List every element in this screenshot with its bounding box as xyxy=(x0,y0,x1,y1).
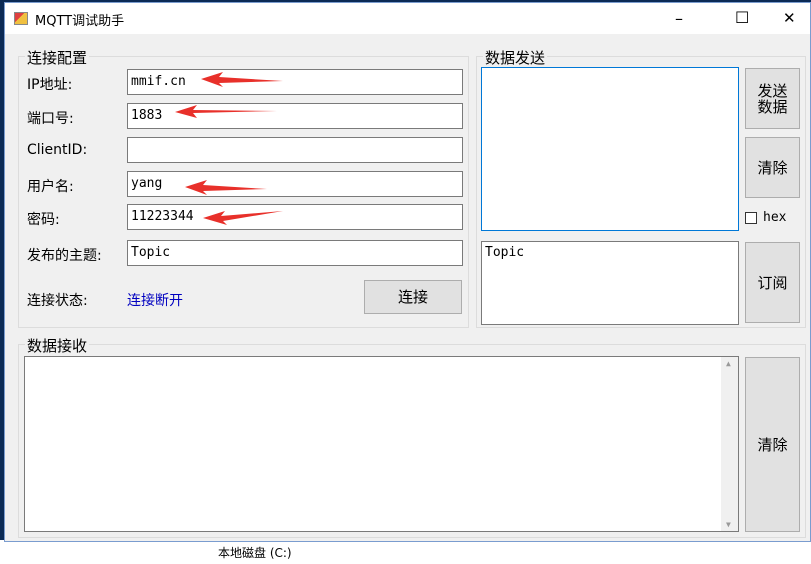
receive-clear-button[interactable]: 清除 xyxy=(745,357,800,532)
send-clear-button[interactable]: 清除 xyxy=(745,137,800,198)
scroll-up-icon[interactable]: ▲ xyxy=(726,359,731,368)
background-explorer: 本地磁盘 (C:) xyxy=(0,540,811,564)
receive-group-label: 数据接收 xyxy=(25,335,90,356)
arrow-user xyxy=(185,180,267,195)
send-group-label: 数据发送 xyxy=(483,47,548,68)
arrow-port xyxy=(175,105,277,118)
send-textarea[interactable] xyxy=(481,67,739,231)
receive-textarea[interactable]: ▲ ▼ xyxy=(24,356,739,532)
subscribe-button[interactable]: 订阅 xyxy=(745,242,800,323)
hex-label[interactable]: hex xyxy=(763,210,786,225)
scroll-down-icon[interactable]: ▼ xyxy=(726,520,731,529)
arrow-password xyxy=(203,211,283,225)
subscribe-topic-textarea[interactable]: Topic xyxy=(481,241,739,325)
arrow-ip xyxy=(201,72,283,87)
hex-checkbox[interactable] xyxy=(745,212,757,224)
app-window: MQTT调试助手 – ☐ ✕ 连接配置 IP地址: mmif.cn 端口号: 1… xyxy=(4,2,811,542)
drive-item: 本地磁盘 (C:) xyxy=(218,546,292,560)
send-data-button[interactable]: 发送数据 xyxy=(745,68,800,129)
receive-scrollbar[interactable]: ▲ ▼ xyxy=(721,357,738,531)
